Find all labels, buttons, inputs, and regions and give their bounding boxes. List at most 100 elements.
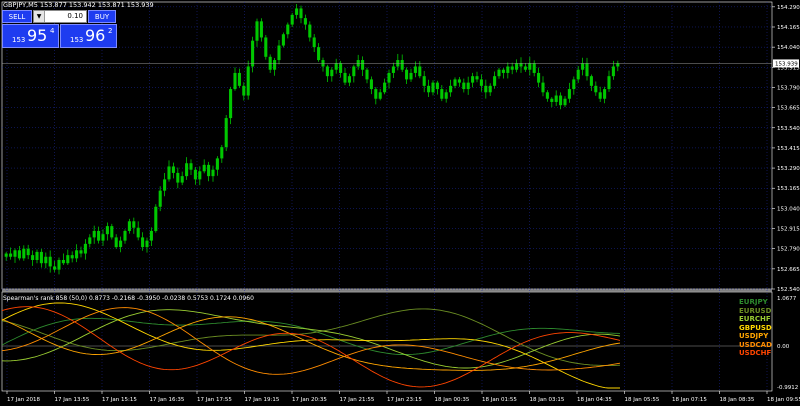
candle-body xyxy=(202,164,206,172)
candle-body xyxy=(255,21,259,41)
candle-body xyxy=(581,63,585,70)
candle-body xyxy=(607,76,611,90)
candle-body xyxy=(383,82,387,93)
candle-body xyxy=(603,89,607,99)
buy-price-prefix: 153 xyxy=(70,36,84,44)
candle-body xyxy=(119,240,123,248)
candle-body xyxy=(405,69,409,80)
candle-body xyxy=(185,163,189,177)
candle-body xyxy=(83,243,87,254)
time-tick-label: 17 Jan 19:15 xyxy=(245,397,280,403)
candle-body xyxy=(343,72,347,83)
sell-price-prefix: 153 xyxy=(12,36,26,44)
candle-body xyxy=(361,60,365,70)
price-tick-label: 153.665 xyxy=(777,106,800,112)
candle-body xyxy=(374,89,378,99)
sell-button[interactable]: SELL xyxy=(2,10,32,23)
time-tick-label: 17 Jan 16:35 xyxy=(150,397,185,403)
candle-body xyxy=(312,37,316,48)
candle-body xyxy=(616,63,620,67)
candle-body xyxy=(391,66,395,73)
candle-body xyxy=(154,206,158,231)
price-tick-label: 152.790 xyxy=(777,247,800,253)
price-tick-label: 153.790 xyxy=(777,85,800,91)
time-tick-label: 18 Jan 00:35 xyxy=(435,397,470,403)
candle-body xyxy=(449,85,453,93)
indicator-line-usdjpy xyxy=(1,316,621,371)
candle-body xyxy=(277,45,281,61)
lot-dropdown-icon[interactable]: ▼ xyxy=(34,11,45,22)
candle-body xyxy=(431,82,435,93)
candle-body xyxy=(409,72,413,80)
time-tick-label: 18 Jan 05:55 xyxy=(625,397,660,403)
candle-body xyxy=(576,69,580,80)
candle-body xyxy=(149,230,153,241)
candle-body xyxy=(471,76,475,83)
candle-body xyxy=(493,76,497,86)
candle-body xyxy=(462,82,466,90)
candle-body xyxy=(559,95,563,106)
candle-body xyxy=(572,79,576,90)
candle-body xyxy=(101,234,105,241)
one-click-trading-panel: SELL ▼ 0.10 BUY 153 95 4 153 96 2 xyxy=(2,10,117,48)
candle-body xyxy=(567,89,571,99)
candle-body xyxy=(541,82,545,93)
candle-body xyxy=(70,255,74,259)
price-tick-label: 153.040 xyxy=(777,206,800,212)
candle-body xyxy=(365,69,369,80)
candle-body xyxy=(158,190,162,207)
candle-body xyxy=(92,230,96,238)
candle-body xyxy=(167,166,171,180)
lot-value[interactable]: 0.10 xyxy=(67,11,83,22)
indicator-axis-mid-label: 0.00 xyxy=(777,344,790,350)
buy-price-button[interactable]: 153 96 2 xyxy=(60,24,117,48)
candle-body xyxy=(308,24,312,38)
candle-body xyxy=(237,72,241,86)
candle-body xyxy=(22,248,26,259)
candle-body xyxy=(114,237,118,248)
candle-body xyxy=(189,163,193,170)
chart-canvas[interactable]: 154.290154.165154.040153.915153.790153.6… xyxy=(0,0,800,406)
time-tick-label: 18 Jan 03:15 xyxy=(530,397,565,403)
buy-button[interactable]: BUY xyxy=(88,10,116,23)
buy-price-main: 96 xyxy=(85,26,106,45)
candle-body xyxy=(295,8,299,15)
candle-body xyxy=(594,85,598,93)
buy-price-pip: 2 xyxy=(108,27,113,35)
candle-body xyxy=(475,76,479,80)
candle-body xyxy=(418,66,422,77)
mt4-chart-window[interactable]: 154.290 154.165 154.040 153.915 153.790 153.6… xyxy=(0,0,800,406)
candle-body xyxy=(198,171,202,180)
price-tick-label: 153.165 xyxy=(777,186,800,192)
lot-size-field[interactable]: ▼ 0.10 xyxy=(33,10,87,23)
candle-body xyxy=(207,164,211,177)
candle-body xyxy=(537,72,541,83)
legend-item-usdjpy: USDJPY xyxy=(739,332,769,340)
price-tick-label: 154.290 xyxy=(777,5,800,11)
time-tick-label: 18 Jan 04:35 xyxy=(577,397,612,403)
candle-body xyxy=(545,92,549,99)
candle-body xyxy=(347,76,351,83)
candle-body xyxy=(488,85,492,93)
price-tick-label: 154.165 xyxy=(777,25,800,31)
sell-price-button[interactable]: 153 95 4 xyxy=(2,24,59,48)
candle-body xyxy=(330,69,334,77)
sell-price-pip: 4 xyxy=(50,27,55,35)
legend-item-usdchf: USDCHF xyxy=(739,349,772,357)
time-tick-label: 17 Jan 2018 xyxy=(7,397,40,403)
price-tick-label: 152.540 xyxy=(777,287,800,293)
time-tick-label: 18 Jan 07:15 xyxy=(672,397,707,403)
candle-body xyxy=(9,253,13,257)
candle-body xyxy=(554,95,558,102)
candle-body xyxy=(523,66,527,70)
candle-body xyxy=(105,226,109,235)
candle-body xyxy=(506,66,510,73)
candle-body xyxy=(215,158,219,170)
candle-body xyxy=(193,169,197,180)
candle-body xyxy=(519,63,523,67)
time-tick-label: 17 Jan 13:55 xyxy=(55,397,90,403)
candle-body xyxy=(171,166,175,173)
legend-item-usdcad: USDCAD xyxy=(739,340,772,349)
candle-body xyxy=(444,92,448,99)
price-tick-label: 153.290 xyxy=(777,166,800,172)
